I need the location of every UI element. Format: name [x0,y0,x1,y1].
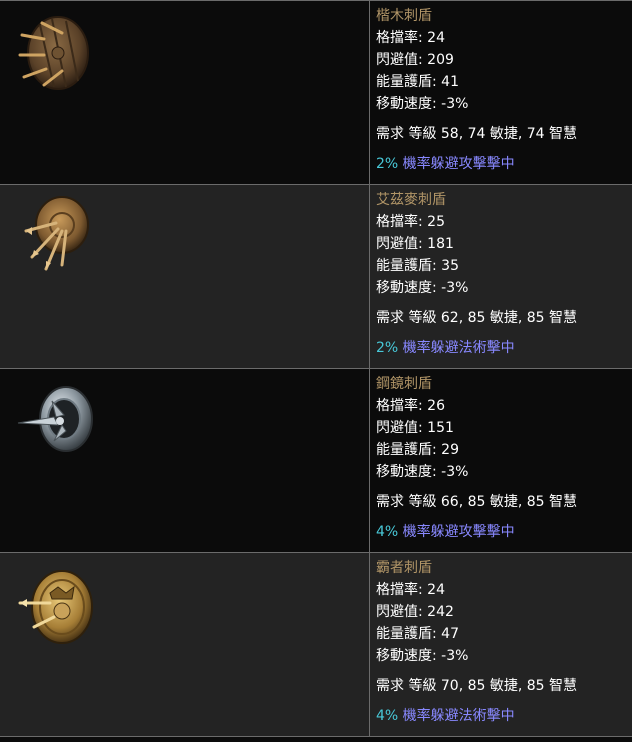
evasion-stat: 閃避值: 181 [376,236,454,252]
movement-speed-stat: 移動速度: -3% [376,96,469,112]
evasion-stat: 閃避值: 151 [376,420,454,436]
supreme-spiked-shield-icon [14,563,94,645]
item-table: 楷木刺盾 格擋率: 24 閃避值: 209 能量護盾: 41 移動速度: -3%… [0,0,632,737]
item-name[interactable]: 鋼鏡刺盾 [376,373,626,395]
movement-speed-stat: 移動速度: -3% [376,280,469,296]
requirement-text: 需求 等級 58, 74 敏捷, 74 智慧 [376,126,578,142]
wooden-spiked-shield-icon [14,11,94,93]
requirement-text: 需求 等級 62, 85 敏捷, 85 智慧 [376,310,578,326]
mod-value: 4% [376,524,399,540]
block-stat: 格擋率: 26 [376,398,445,414]
item-icon-cell [0,185,370,368]
block-stat: 格擋率: 25 [376,214,445,230]
item-info-cell: 艾茲麥刺盾 格擋率: 25 閃避值: 181 能量護盾: 35 移動速度: -3… [370,185,632,368]
energy-shield-stat: 能量護盾: 29 [376,442,459,458]
energy-shield-stat: 能量護盾: 35 [376,258,459,274]
item-info-cell: 霸者刺盾 格擋率: 24 閃避值: 242 能量護盾: 47 移動速度: -3%… [370,553,632,736]
table-row: 霸者刺盾 格擋率: 24 閃避值: 242 能量護盾: 47 移動速度: -3%… [0,553,632,737]
item-name[interactable]: 艾茲麥刺盾 [376,189,626,211]
requirement-text: 需求 等級 70, 85 敏捷, 85 智慧 [376,678,578,694]
mod-value: 2% [376,156,399,172]
movement-speed-stat: 移動速度: -3% [376,648,469,664]
mod-text: 機率躲避法術擊中 [398,340,515,356]
requirement-text: 需求 等級 66, 85 敏捷, 85 智慧 [376,494,578,510]
implicit-mod: 4% 機率躲避攻擊擊中 [376,521,626,543]
mod-text: 機率躲避攻擊擊中 [398,524,515,540]
block-stat: 格擋率: 24 [376,30,445,46]
item-info-cell: 鋼鏡刺盾 格擋率: 26 閃避值: 151 能量護盾: 29 移動速度: -3%… [370,369,632,552]
mod-value: 4% [376,708,399,724]
item-name[interactable]: 楷木刺盾 [376,5,626,27]
energy-shield-stat: 能量護盾: 41 [376,74,459,90]
table-row: 鋼鏡刺盾 格擋率: 26 閃避值: 151 能量護盾: 29 移動速度: -3%… [0,369,632,553]
block-stat: 格擋率: 24 [376,582,445,598]
energy-shield-stat: 能量護盾: 47 [376,626,459,642]
mod-text: 機率躲避法術擊中 [398,708,515,724]
table-row: 艾茲麥刺盾 格擋率: 25 閃避值: 181 能量護盾: 35 移動速度: -3… [0,185,632,369]
steel-mirror-spiked-shield-icon [14,379,94,461]
item-name[interactable]: 霸者刺盾 [376,557,626,579]
implicit-mod: 4% 機率躲避法術擊中 [376,705,626,727]
movement-speed-stat: 移動速度: -3% [376,464,469,480]
item-icon-cell [0,1,370,184]
implicit-mod: 2% 機率躲避攻擊擊中 [376,153,626,175]
item-info-cell: 楷木刺盾 格擋率: 24 閃避值: 209 能量護盾: 41 移動速度: -3%… [370,1,632,184]
evasion-stat: 閃避值: 209 [376,52,454,68]
table-row: 楷木刺盾 格擋率: 24 閃避值: 209 能量護盾: 41 移動速度: -3%… [0,1,632,185]
evasion-stat: 閃避值: 242 [376,604,454,620]
item-icon-cell [0,369,370,552]
implicit-mod: 2% 機率躲避法術擊中 [376,337,626,359]
ezomyte-spiked-shield-icon [14,195,94,277]
mod-text: 機率躲避攻擊擊中 [398,156,515,172]
item-icon-cell [0,553,370,736]
mod-value: 2% [376,340,399,356]
